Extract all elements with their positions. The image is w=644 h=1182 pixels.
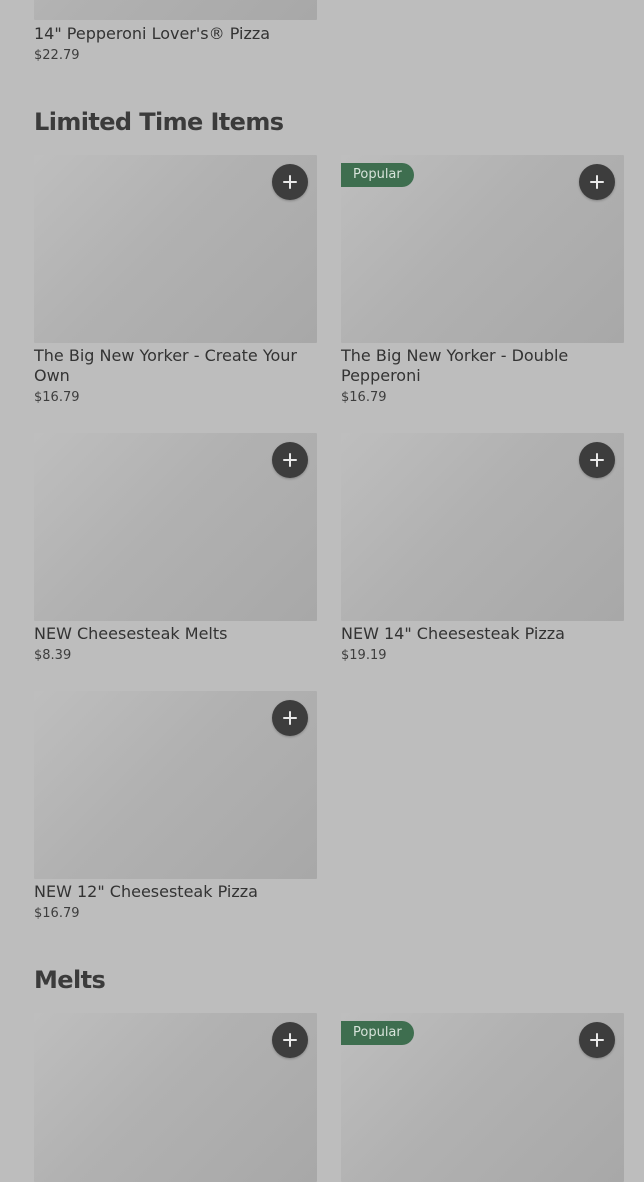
section-title: Melts xyxy=(34,966,106,994)
add-to-cart-button[interactable] xyxy=(579,442,615,478)
plus-icon xyxy=(590,1033,604,1047)
plus-icon xyxy=(590,453,604,467)
section-title: Limited Time Items xyxy=(34,108,284,136)
popular-badge: Popular xyxy=(341,163,414,187)
add-to-cart-button[interactable] xyxy=(272,1022,308,1058)
plus-icon xyxy=(590,175,604,189)
add-to-cart-button[interactable] xyxy=(579,1022,615,1058)
menu-item-name[interactable]: 14" Pepperoni Lover's® Pizza xyxy=(34,24,317,44)
add-to-cart-button[interactable] xyxy=(272,164,308,200)
menu-item-name[interactable]: The Big New Yorker - Double Pepperoni xyxy=(341,346,624,386)
menu-item-price: $19.19 xyxy=(341,648,387,663)
menu-item-name[interactable]: The Big New Yorker - Create Your Own xyxy=(34,346,317,386)
menu-item-image[interactable] xyxy=(341,433,624,621)
popular-badge: Popular xyxy=(341,1021,414,1045)
plus-icon xyxy=(283,711,297,725)
plus-icon xyxy=(283,175,297,189)
menu-item-image[interactable] xyxy=(34,433,317,621)
menu-item-name[interactable]: NEW 12" Cheesesteak Pizza xyxy=(34,882,317,902)
menu-item-image[interactable]: Popular xyxy=(341,1013,624,1182)
menu-item-image[interactable] xyxy=(34,1013,317,1182)
menu-item-price: $8.39 xyxy=(34,648,72,663)
plus-icon xyxy=(283,453,297,467)
menu-item-price: $16.79 xyxy=(34,906,80,921)
menu-item-image[interactable]: Popular xyxy=(341,155,624,343)
menu-item-price: $22.79 xyxy=(34,48,80,63)
plus-icon xyxy=(283,1033,297,1047)
add-to-cart-button[interactable] xyxy=(272,442,308,478)
menu-item-image[interactable] xyxy=(34,0,317,20)
menu-item-image[interactable] xyxy=(34,155,317,343)
add-to-cart-button[interactable] xyxy=(272,700,308,736)
menu-item-name[interactable]: NEW Cheesesteak Melts xyxy=(34,624,317,644)
menu-item-price: $16.79 xyxy=(341,390,387,405)
menu-item-name[interactable]: NEW 14" Cheesesteak Pizza xyxy=(341,624,624,644)
menu-item-image[interactable] xyxy=(34,691,317,879)
add-to-cart-button[interactable] xyxy=(579,164,615,200)
menu-item-price: $16.79 xyxy=(34,390,80,405)
